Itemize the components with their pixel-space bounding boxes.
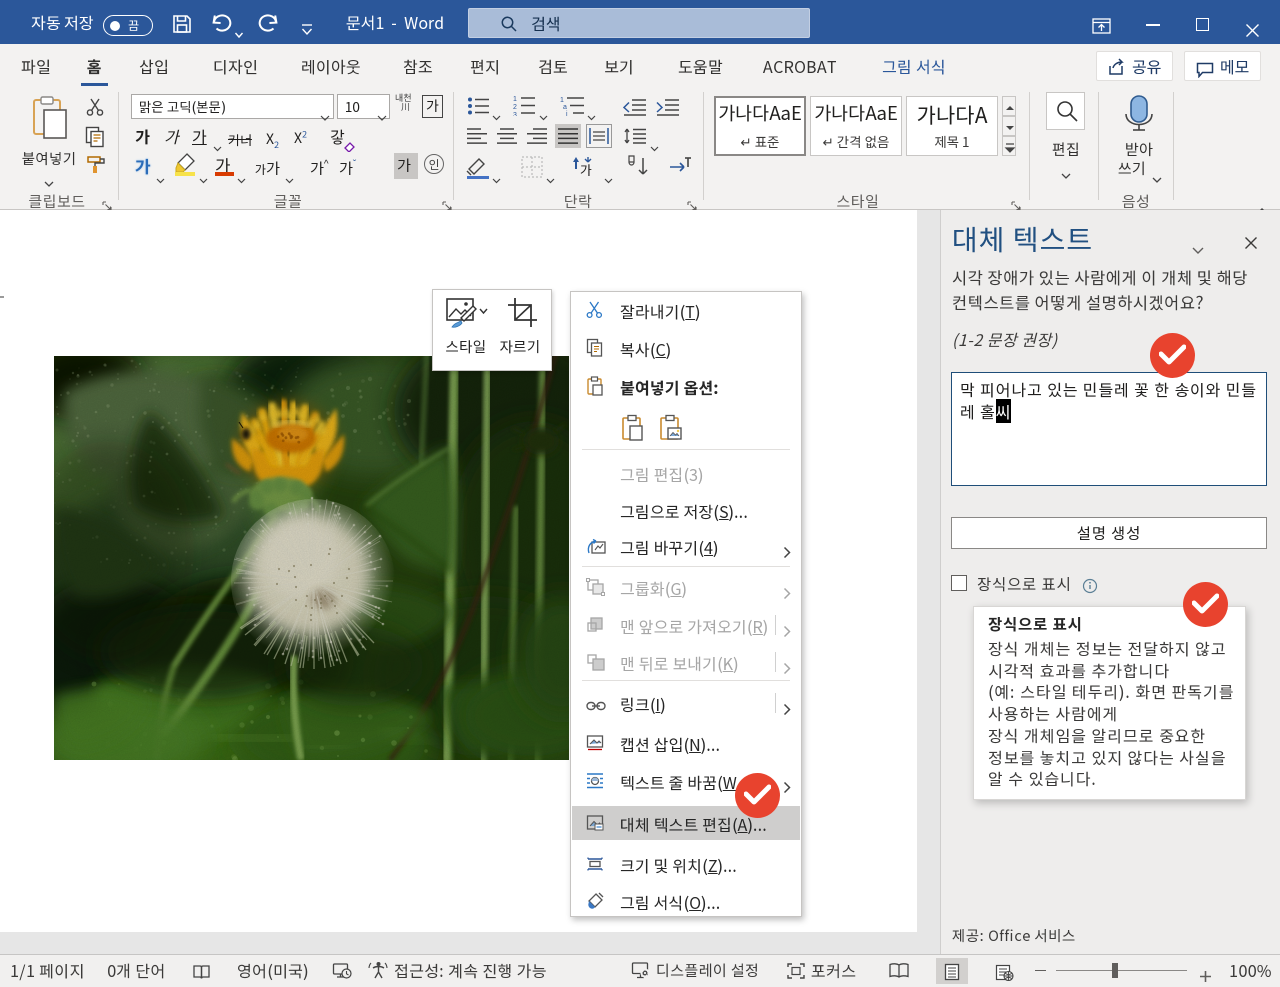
svg-text:3: 3: [513, 112, 517, 116]
svg-text:1: 1: [560, 97, 564, 104]
svg-text:1: 1: [513, 96, 517, 103]
svg-text:가: 가: [580, 160, 592, 179]
svg-text:2: 2: [513, 104, 517, 111]
svg-text:i: i: [566, 111, 568, 116]
svg-text:a: a: [563, 104, 567, 111]
